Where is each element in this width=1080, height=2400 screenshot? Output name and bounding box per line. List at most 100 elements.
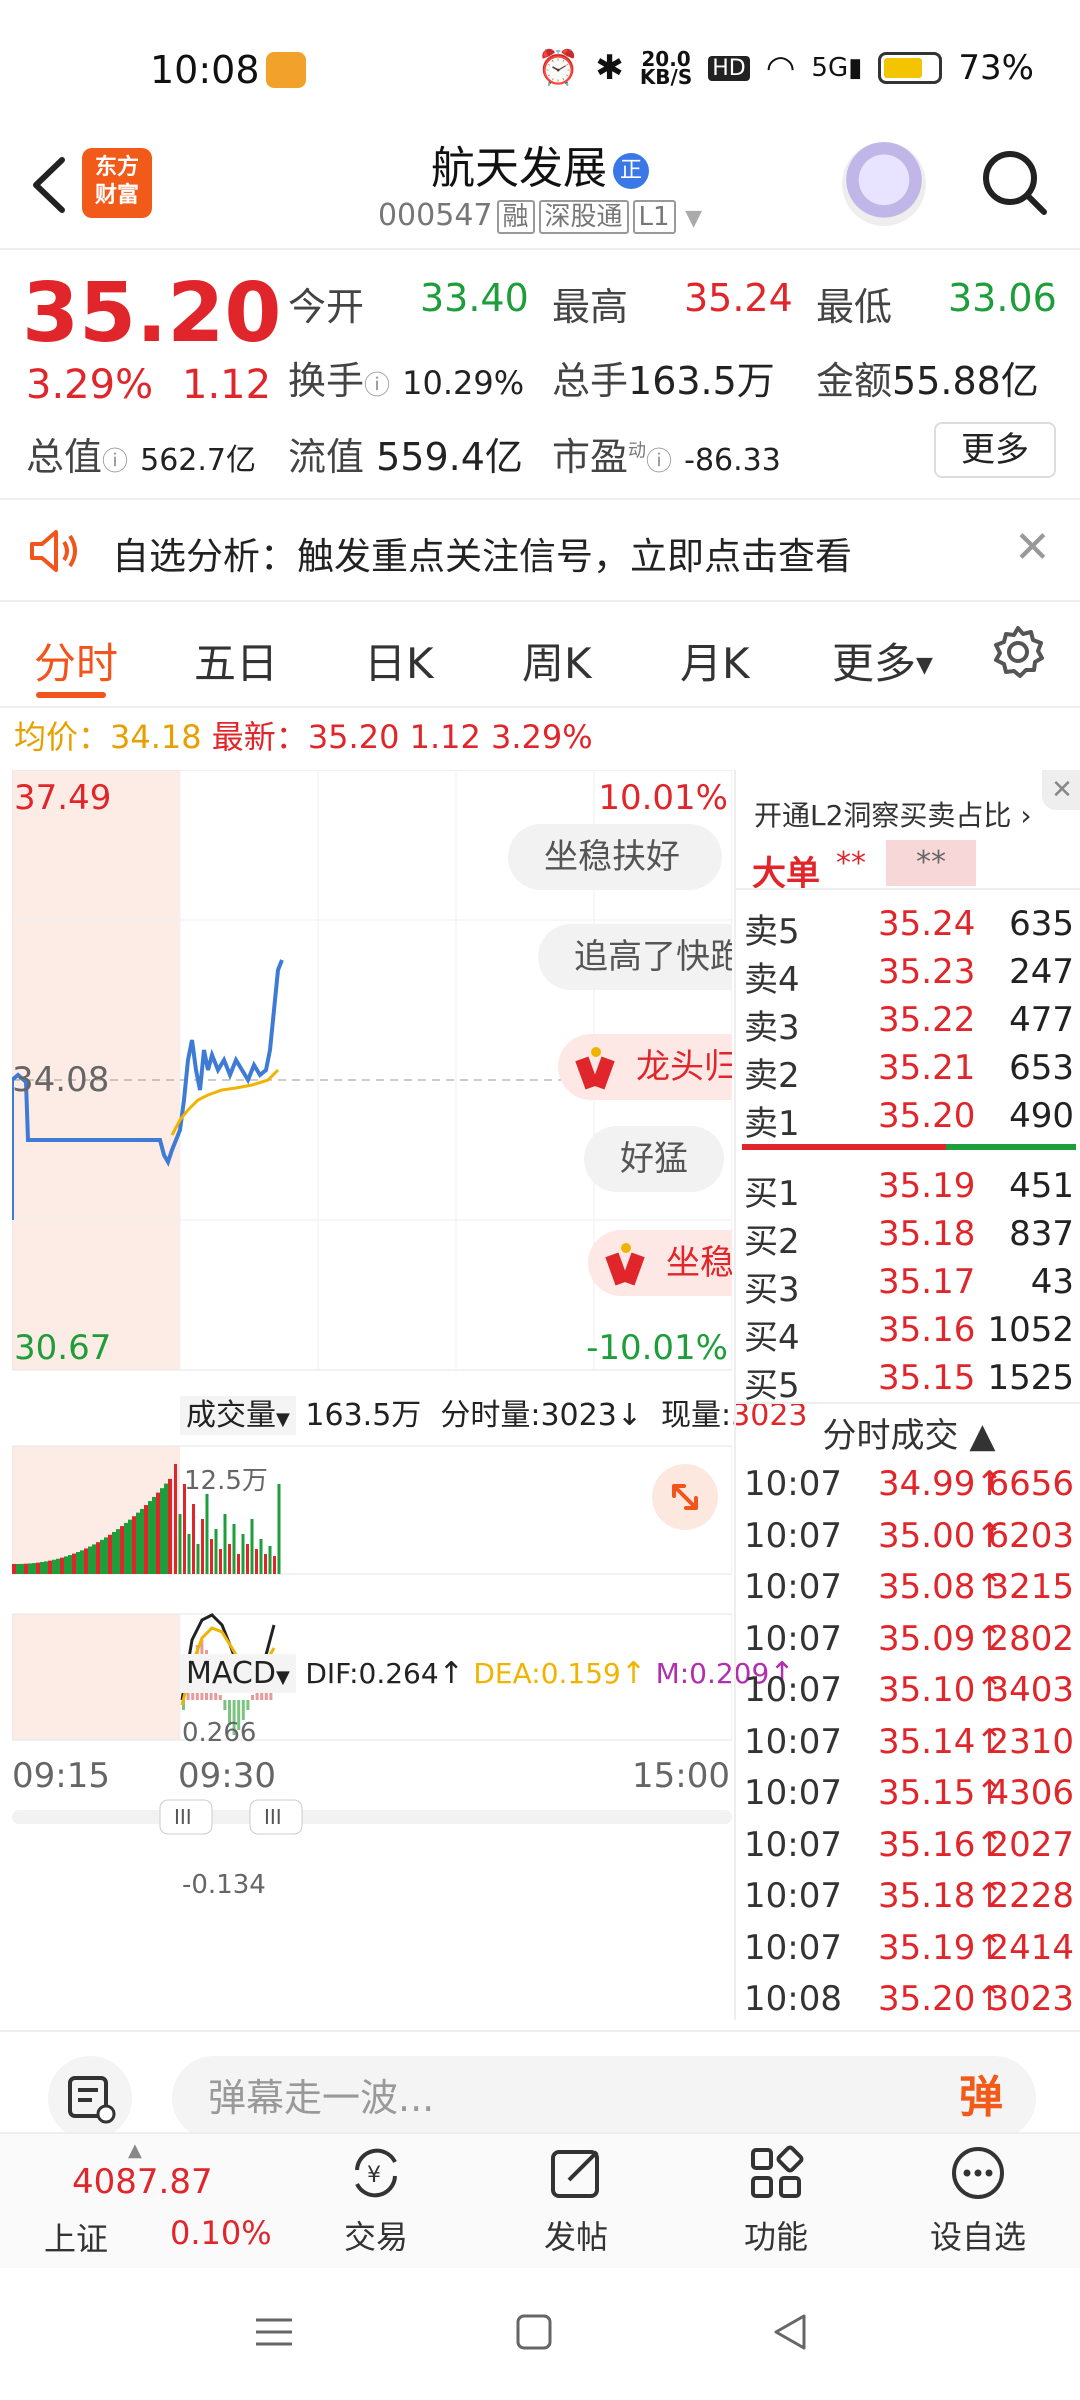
l2-promo[interactable]: 开通L2洞察买卖占比 › — [754, 794, 1032, 834]
index-value: 4087.87 — [72, 2162, 213, 2202]
signal-icon: 5G▮ — [811, 53, 863, 83]
volume-total: 163.5万 — [305, 1398, 422, 1433]
trade-time: 10:07 — [744, 1567, 842, 1607]
status-icons: ⏰ ✱ 20.0 KB/S HD ◠ 5G▮ 73% — [537, 48, 1034, 88]
trades-title[interactable]: 分时成交 ▲ — [736, 1408, 1080, 1457]
ask-price: 35.22 — [878, 1000, 976, 1040]
time-axis-end: 15:00 — [632, 1756, 730, 1796]
tab-more[interactable]: 更多▼ — [832, 630, 933, 691]
macd-selector[interactable]: MACD▼ — [180, 1654, 296, 1693]
more-button[interactable]: 更多 — [934, 422, 1056, 478]
trade-price: 35.14↑ — [878, 1721, 1004, 1762]
tab-daily-k[interactable]: 日K — [364, 630, 434, 691]
volume-bar — [24, 1563, 28, 1574]
bid-volume: 1525 — [987, 1358, 1074, 1398]
danmu-button[interactable]: 弹 — [926, 2056, 1036, 2140]
assistant-avatar[interactable] — [842, 142, 926, 226]
volume-bar — [120, 1526, 124, 1574]
volume-bar — [237, 1554, 240, 1574]
ask-volume: 247 — [1009, 952, 1074, 992]
volume-bar — [40, 1562, 44, 1574]
notice-banner[interactable]: 自选分析：触发重点关注信号，立即点击查看 ✕ — [0, 500, 1080, 602]
volume-bar — [196, 1544, 200, 1574]
close-icon[interactable]: ✕ — [1014, 522, 1051, 573]
stock-header: 东方财富 航天发展正 000547 融深股通 L1 ▼ — [0, 120, 1080, 250]
volume-bar — [246, 1544, 249, 1574]
back-nav-icon[interactable] — [770, 2312, 810, 2352]
trade-volume: 2027 — [987, 1824, 1074, 1865]
trade-row: 10:07 35.18↑ 2228 — [744, 1876, 1074, 1926]
bid-label: 买2 — [744, 1222, 800, 1262]
volume-bar — [183, 1484, 186, 1574]
home-icon[interactable] — [514, 2312, 554, 2352]
danmu-bubble[interactable]: 追高了快跑 — [538, 924, 732, 990]
bid-volume: 43 — [1030, 1262, 1074, 1302]
volume-bar — [116, 1529, 120, 1574]
macd-axis-bottom: -0.134 — [182, 1870, 266, 1900]
search-icon[interactable] — [978, 146, 1050, 218]
bid-row: 买5 35.15 1525 — [744, 1358, 1074, 1406]
latest-change: 1.12 — [409, 718, 481, 756]
trade-time: 10:07 — [744, 1927, 842, 1968]
time-axis-start: 09:15 — [12, 1756, 110, 1796]
add-watchlist-button[interactable]: 设自选 — [918, 2140, 1038, 2258]
trade-volume: 4306 — [987, 1773, 1074, 1813]
post-button[interactable]: 发帖 — [516, 2140, 636, 2258]
trade-time: 10:07 — [744, 1824, 842, 1865]
trade-price: 35.16↑ — [878, 1824, 1004, 1865]
trade-price: 34.99↑ — [878, 1464, 1004, 1504]
tab-five-day[interactable]: 五日 — [194, 630, 278, 691]
intraday-chart[interactable]: III III 37.49 34.08 30.67 10.01% -10.01%… — [12, 770, 808, 2020]
bid-label: 买1 — [744, 1174, 800, 1214]
volume-bar — [232, 1524, 236, 1574]
trade-row: 10:07 34.99↑ 6656 — [744, 1464, 1074, 1514]
tab-intraday[interactable]: 分时 — [34, 630, 118, 691]
ask-bar — [742, 1144, 946, 1150]
info-icon[interactable]: ⓘ — [102, 447, 128, 477]
trade-button[interactable]: ¥ 交易 — [316, 2140, 436, 2258]
dropdown-icon[interactable]: ▼ — [685, 206, 702, 231]
more-dots-icon — [952, 2147, 1004, 2199]
bid-label: 买5 — [744, 1366, 800, 1406]
danmu-bubble[interactable]: 坐稳扶好 — [508, 824, 722, 890]
bid-volume: 837 — [1009, 1214, 1074, 1254]
volume-bar — [140, 1508, 144, 1574]
trade-time: 10:07 — [744, 1515, 842, 1556]
volume-bar — [192, 1504, 195, 1574]
macd-bar — [251, 1695, 254, 1700]
volume-bar — [201, 1519, 204, 1574]
volume-bar — [174, 1464, 177, 1574]
info-icon[interactable]: ⓘ — [364, 371, 390, 401]
tab-monthly-k[interactable]: 月K — [680, 630, 750, 691]
tag-margin: 融 — [496, 200, 535, 234]
macd-bar — [223, 1700, 227, 1710]
volume-selector[interactable]: 成交量▼ — [180, 1396, 296, 1435]
open-field: 今开 — [288, 285, 365, 329]
info-icon[interactable]: ⓘ — [646, 447, 672, 477]
volume-bar — [64, 1556, 68, 1574]
trade-row: 10:08 35.20↑ 3023 — [744, 1979, 1074, 2029]
volume-period: 分时量:3023 — [440, 1398, 617, 1433]
note-icon[interactable] — [48, 2056, 132, 2140]
menu-icon[interactable] — [252, 2312, 296, 2352]
volume-bar — [228, 1544, 231, 1574]
volume-now-label: 现量: — [661, 1398, 732, 1433]
functions-button[interactable]: 功能 — [716, 2140, 836, 2258]
stock-code: 000547 — [377, 198, 493, 233]
danmu-input[interactable]: 弹幕走一波... — [172, 2056, 928, 2140]
danmu-bubble[interactable]: 龙头归 — [558, 1034, 732, 1100]
tab-weekly-k[interactable]: 周K — [522, 630, 592, 691]
danmu-bubble[interactable]: 好猛 — [584, 1126, 724, 1192]
danmu-bubble[interactable]: 坐稳 — [588, 1230, 732, 1296]
ask-price: 35.23 — [878, 952, 976, 992]
volume-bar — [214, 1529, 218, 1574]
close-icon[interactable]: ✕ — [1042, 770, 1080, 810]
index-name: 上证 — [44, 2220, 109, 2258]
trade-volume: 2228 — [987, 1876, 1074, 1916]
expand-icon[interactable] — [652, 1464, 718, 1530]
firecracker-icon — [605, 1243, 645, 1286]
volume-bar — [56, 1558, 60, 1574]
gear-icon[interactable] — [990, 624, 1046, 680]
bid-volume: 451 — [1009, 1166, 1074, 1206]
big-order-sell: ** — [886, 840, 976, 886]
